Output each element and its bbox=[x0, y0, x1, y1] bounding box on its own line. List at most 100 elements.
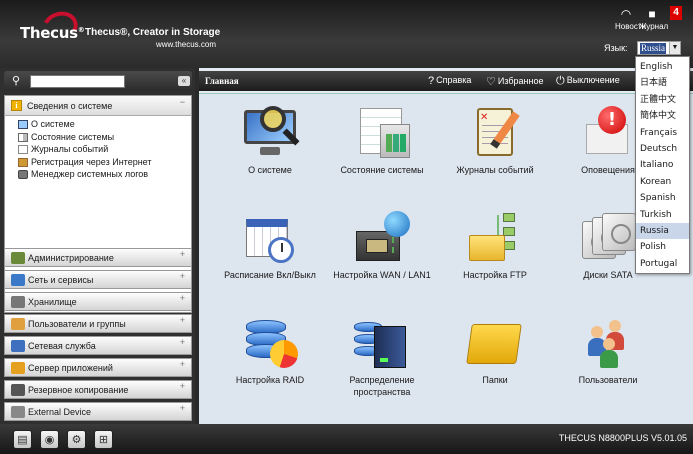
tile-ftp[interactable]: Настройка FTP bbox=[435, 209, 555, 281]
clipboard-icon: ✕ bbox=[463, 104, 527, 162]
expand-icon: + bbox=[179, 337, 185, 347]
sidebar: ⚲ « i Сведения о системе − О системе Сос… bbox=[0, 68, 195, 424]
question-circle-icon: ? bbox=[428, 75, 435, 87]
chart-icon bbox=[18, 132, 28, 142]
chevron-down-icon[interactable]: ▼ bbox=[669, 42, 680, 54]
tile-label: Настройка WAN / LAN1 bbox=[333, 270, 431, 280]
tile-label: Настройка FTP bbox=[463, 270, 527, 280]
journal-button[interactable]: ■ Журнал bbox=[639, 7, 668, 32]
favorites-button[interactable]: ♡ Избранное bbox=[486, 75, 544, 88]
storage-icon bbox=[11, 296, 25, 308]
monitor-icon bbox=[238, 104, 302, 162]
document-icon bbox=[18, 145, 28, 154]
sidebar-section-users[interactable]: Пользователи и группы + bbox=[4, 314, 192, 333]
sidebar-item-status[interactable]: Состояние системы bbox=[18, 131, 191, 144]
language-option[interactable]: Polish bbox=[636, 239, 689, 255]
tile-label: О системе bbox=[248, 165, 292, 175]
language-option[interactable]: 簡体中文 bbox=[636, 108, 689, 124]
sysinfo-title: Сведения о системе bbox=[27, 101, 113, 111]
language-option[interactable]: Turkish bbox=[636, 207, 689, 223]
sidebar-item-about[interactable]: О системе bbox=[18, 118, 191, 131]
language-dropdown: English 日本語 正體中文 簡体中文 Français Deutsch I… bbox=[635, 56, 690, 274]
language-option[interactable]: 正體中文 bbox=[636, 92, 689, 108]
sidebar-section-external-device[interactable]: External Device + bbox=[4, 402, 192, 421]
database-pie-icon bbox=[238, 314, 302, 372]
collapse-sidebar-button[interactable]: « bbox=[178, 76, 190, 86]
language-option[interactable]: Spanish bbox=[636, 190, 689, 206]
tile-system-status[interactable]: Состояние системы bbox=[322, 104, 442, 176]
tile-wan-lan[interactable]: Настройка WAN / LAN1 bbox=[322, 209, 442, 281]
sidebar-item-registration[interactable]: Регистрация через Интернет bbox=[18, 156, 191, 169]
sidebar-section-storage[interactable]: Хранилище + bbox=[4, 292, 192, 311]
sysinfo-header[interactable]: i Сведения о системе − bbox=[5, 96, 191, 116]
tile-label: Журналы событий bbox=[456, 165, 534, 175]
search-bar: ⚲ « bbox=[4, 71, 192, 91]
sidebar-section-network[interactable]: Сеть и сервисы + bbox=[4, 270, 192, 289]
sidebar-item-logs[interactable]: Журналы событий bbox=[18, 143, 191, 156]
header: Thecus® Thecus®, Creator in Storage www.… bbox=[0, 0, 693, 68]
sidebar-section-network-service[interactable]: Сетевая служба + bbox=[4, 336, 192, 355]
language-label: Язык: bbox=[604, 43, 628, 53]
sidebar-section-app-server[interactable]: Сервер приложений + bbox=[4, 358, 192, 377]
expand-icon: + bbox=[179, 359, 185, 369]
language-option[interactable]: English bbox=[636, 59, 689, 75]
language-option[interactable]: 日本語 bbox=[636, 75, 689, 91]
tile-label: Расписание Вкл/Выкл bbox=[224, 270, 316, 280]
expand-icon: + bbox=[179, 249, 185, 259]
speech-bubble-icon: ■ bbox=[648, 7, 656, 21]
tile-space-allocation[interactable]: Распределение пространства bbox=[322, 314, 442, 398]
tagline: Thecus®, Creator in Storage bbox=[85, 27, 221, 38]
logo: Thecus® bbox=[20, 24, 85, 42]
users-icon bbox=[576, 314, 640, 372]
folder-icon bbox=[463, 314, 527, 372]
server-database-icon bbox=[350, 314, 414, 372]
version-label: THECUS N8800PLUS V5.01.05 bbox=[558, 433, 687, 443]
help-button[interactable]: ? Справка bbox=[428, 75, 471, 87]
tile-about[interactable]: О системе bbox=[210, 104, 330, 176]
search-input[interactable] bbox=[30, 75, 125, 88]
alert-envelope-icon: ! bbox=[576, 104, 640, 162]
news-button[interactable]: ◠ Новости bbox=[615, 7, 646, 32]
expand-icon: + bbox=[179, 271, 185, 281]
spreadsheet-icon bbox=[350, 104, 414, 162]
folder-tree-icon bbox=[463, 209, 527, 267]
tile-label: Пользователи bbox=[578, 375, 638, 385]
language-option[interactable]: Portugal bbox=[636, 256, 689, 272]
language-option-selected[interactable]: Russia bbox=[636, 222, 689, 240]
tile-users[interactable]: Пользователи bbox=[548, 314, 668, 386]
network-icon bbox=[11, 274, 25, 286]
calendar-clock-icon bbox=[238, 209, 302, 267]
expand-icon: + bbox=[179, 315, 185, 325]
sidebar-item-syslog-manager[interactable]: Менеджер системных логов bbox=[18, 168, 191, 181]
journal-badge: 4 bbox=[670, 6, 682, 20]
disk-shortcut-button[interactable]: ◉ bbox=[40, 430, 59, 449]
page-title: Главная bbox=[205, 76, 239, 86]
footer: ▤ ◉ ⚙ ⊞ THECUS N8800PLUS V5.01.05 bbox=[0, 424, 693, 454]
shutdown-button[interactable]: ⏻ Выключение bbox=[556, 75, 620, 88]
info-icon: i bbox=[11, 100, 22, 111]
tile-event-logs[interactable]: ✕ Журналы событий bbox=[435, 104, 555, 176]
tile-grid: О системе Состояние системы ✕ Журналы со… bbox=[199, 93, 693, 424]
language-option[interactable]: Deutsch bbox=[636, 141, 689, 157]
tile-folders[interactable]: Папки bbox=[435, 314, 555, 386]
disk-icon bbox=[576, 209, 640, 267]
registration-icon bbox=[18, 157, 28, 167]
tile-raid[interactable]: Настройка RAID bbox=[210, 314, 330, 386]
language-option[interactable]: Français bbox=[636, 125, 689, 141]
sidebar-section-administration[interactable]: Администрирование + bbox=[4, 248, 192, 267]
power-icon: ⏻ bbox=[556, 75, 565, 87]
language-select[interactable]: Russia ▼ bbox=[637, 41, 681, 55]
storage-shortcut-button[interactable]: ▤ bbox=[13, 430, 32, 449]
rss-icon: ◠ bbox=[620, 7, 632, 21]
language-option[interactable]: Italiano bbox=[636, 157, 689, 173]
search-icon: ⚲ bbox=[12, 75, 21, 87]
tile-schedule[interactable]: Расписание Вкл/Выкл bbox=[210, 209, 330, 281]
network-shortcut-button[interactable]: ⊞ bbox=[94, 430, 113, 449]
storage-icon: ▤ bbox=[17, 434, 28, 446]
tile-label: Папки bbox=[482, 375, 508, 385]
settings-shortcut-button[interactable]: ⚙ bbox=[67, 430, 86, 449]
language-option[interactable]: Korean bbox=[636, 174, 689, 190]
sidebar-section-backup[interactable]: Резервное копирование + bbox=[4, 380, 192, 399]
heart-icon: ♡ bbox=[486, 76, 496, 88]
collapse-toggle[interactable]: − bbox=[180, 97, 185, 107]
